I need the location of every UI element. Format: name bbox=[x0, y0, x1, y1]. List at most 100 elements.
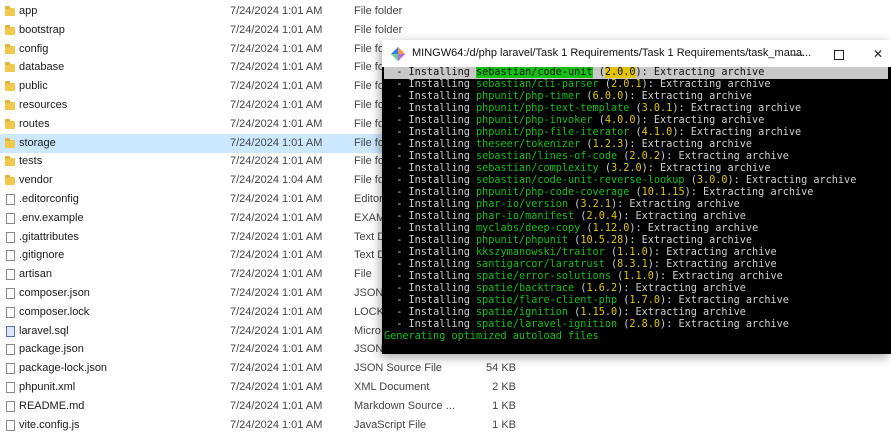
line-prefix: - Installing bbox=[384, 187, 477, 198]
line-prefix: - Installing bbox=[384, 175, 477, 186]
file-date: 7/24/2024 1:01 AM bbox=[230, 5, 323, 17]
file-date: 7/24/2024 1:01 AM bbox=[230, 23, 323, 36]
console-line: - Installing sebastian/complexity (3.2.0… bbox=[384, 163, 771, 174]
file-name: package.json bbox=[19, 343, 84, 356]
package-version: 8.3.1 bbox=[617, 259, 648, 270]
close-button[interactable]: ✕ bbox=[866, 44, 890, 64]
folder-icon bbox=[5, 118, 15, 129]
file-type: File folder bbox=[354, 23, 403, 36]
line-status: : Extracting archive bbox=[641, 67, 765, 78]
maximize-button[interactable] bbox=[827, 44, 851, 64]
close-icon: ✕ bbox=[872, 47, 884, 61]
file-row[interactable]: README.md 7/24/2024 1:01 AM Markdown Sourc… bbox=[0, 397, 891, 416]
console-line: - Installing sebastian/cli-parser (2.0.1… bbox=[384, 79, 771, 90]
maximize-icon bbox=[834, 49, 844, 60]
folder-icon bbox=[5, 43, 15, 54]
folder-icon bbox=[5, 137, 15, 148]
file-date: 7/24/2024 1:01 AM bbox=[230, 418, 323, 431]
line-status: : Extracting archive bbox=[629, 139, 753, 150]
line-status: : Extracting archive bbox=[733, 175, 857, 186]
package-name: spatie/flare-client-php bbox=[476, 295, 618, 306]
file-date: 7/24/2024 1:01 AM bbox=[230, 117, 323, 130]
file-name: .gitignore bbox=[19, 249, 65, 262]
line-prefix: - Installing bbox=[384, 271, 477, 282]
folder-icon bbox=[5, 175, 15, 186]
console-line: - Installing phpunit/phpunit (10.5.28): … bbox=[384, 235, 753, 246]
line-status: : Extracting archive bbox=[653, 259, 777, 270]
file-size: 1 KB bbox=[492, 399, 516, 412]
file-row[interactable]: bootstrap 7/24/2024 1:01 AM File folder bbox=[0, 21, 891, 40]
line-status: : Extracting archive bbox=[666, 319, 789, 330]
package-name: phpunit/php-timer bbox=[476, 91, 581, 102]
console-line: - Installing kkszymanowski/traitor (1.1.… bbox=[384, 247, 777, 258]
package-version: 10.5.28 bbox=[580, 235, 624, 246]
file-type: LOCK bbox=[354, 305, 384, 318]
file-type: Micro bbox=[354, 324, 381, 337]
file-name: database bbox=[19, 61, 65, 74]
console-line: - Installing spatie/flare-client-php (1.… bbox=[384, 295, 789, 306]
package-version: 1.12.0 bbox=[592, 223, 630, 234]
line-status: : Extracting archive bbox=[653, 247, 777, 258]
line-prefix: - Installing bbox=[384, 283, 477, 294]
file-icon bbox=[6, 250, 15, 262]
package-name: phpunit/phpunit bbox=[476, 235, 569, 246]
file-date: 7/24/2024 1:01 AM bbox=[230, 42, 323, 55]
file-size: 54 KB bbox=[486, 362, 516, 375]
package-version: 10.1.15 bbox=[641, 187, 685, 198]
file-type: JavaScript File bbox=[354, 418, 427, 431]
terminal-output[interactable]: - Installing sebastian/code-unit (2.0.0)… bbox=[384, 67, 889, 352]
file-name: app bbox=[19, 5, 38, 17]
folder-icon bbox=[5, 62, 15, 73]
console-line: - Installing santigarcor/laratrust (8.3.… bbox=[384, 259, 777, 270]
file-type: Text D bbox=[354, 230, 386, 243]
file-row[interactable]: package-lock.json 7/24/2024 1:01 AM JSON S… bbox=[0, 359, 891, 378]
console-final-line: Generating optimized autoload files bbox=[384, 331, 599, 342]
package-name: spatie/error-solutions bbox=[476, 271, 611, 282]
console-line: - Installing sebastian/lines-of-code (2.… bbox=[384, 151, 789, 162]
package-name: sebastian/complexity bbox=[476, 163, 599, 174]
package-name: phpunit/php-code-coverage bbox=[476, 187, 630, 198]
console-line: - Installing phar-io/version (3.2.1): Ex… bbox=[384, 199, 740, 210]
terminal-titlebar[interactable]: MINGW64:/d/php laravel/Task 1 Requiremen… bbox=[382, 40, 891, 67]
line-prefix: - Installing bbox=[384, 235, 477, 246]
package-name: sebastian/code-unit-reverse-lookup bbox=[476, 175, 685, 186]
line-status: : Extracting archive bbox=[641, 115, 765, 126]
line-status: : Extracting archive bbox=[623, 307, 746, 318]
terminal-window[interactable]: MINGW64:/d/php laravel/Task 1 Requiremen… bbox=[382, 40, 891, 354]
line-prefix: - Installing bbox=[384, 91, 477, 102]
file-date: 7/24/2024 1:01 AM bbox=[230, 362, 323, 375]
file-icon bbox=[6, 363, 15, 375]
folder-icon bbox=[5, 24, 15, 35]
line-status: : Extracting archive bbox=[666, 151, 789, 162]
file-name: storage bbox=[19, 136, 56, 149]
file-type: Editor bbox=[354, 193, 383, 205]
file-size: 2 KB bbox=[492, 381, 516, 393]
line-status: : Extracting archive bbox=[635, 223, 759, 234]
file-row[interactable]: phpunit.xml 7/24/2024 1:01 AM XML Document… bbox=[0, 378, 891, 397]
line-prefix: - Installing bbox=[384, 247, 477, 258]
console-line: - Installing phpunit/php-text-template (… bbox=[384, 103, 802, 114]
file-name: vite.config.js bbox=[19, 418, 80, 431]
package-version: 3.2.1 bbox=[580, 199, 611, 210]
minimize-button[interactable]: — bbox=[785, 44, 809, 64]
file-type: File fo bbox=[354, 136, 384, 149]
package-version: 1.1.0 bbox=[623, 271, 654, 282]
file-row[interactable]: vite.config.js 7/24/2024 1:01 AM JavaScrip… bbox=[0, 416, 891, 435]
file-type: Markdown Source ... bbox=[354, 399, 455, 412]
file-icon bbox=[6, 212, 15, 224]
console-line: - Installing spatie/ignition (1.15.0): E… bbox=[384, 307, 746, 318]
package-version: 4.1.0 bbox=[641, 127, 673, 138]
package-version: 3.0.1 bbox=[641, 103, 673, 114]
console-line: - Installing spatie/error-solutions (1.1… bbox=[384, 271, 783, 282]
package-name: spatie/backtrace bbox=[476, 283, 575, 294]
file-name: .gitattributes bbox=[19, 230, 79, 243]
file-row[interactable]: app 7/24/2024 1:01 AM File folder bbox=[0, 2, 891, 21]
file-name: composer.json bbox=[19, 287, 90, 299]
line-prefix: - Installing bbox=[384, 67, 477, 78]
file-name: vendor bbox=[19, 174, 53, 187]
file-type: File fo bbox=[354, 99, 384, 111]
package-name: phar-io/manifest bbox=[476, 211, 575, 222]
line-prefix: - Installing bbox=[384, 163, 477, 174]
file-icon bbox=[6, 400, 15, 412]
folder-icon bbox=[5, 6, 15, 16]
